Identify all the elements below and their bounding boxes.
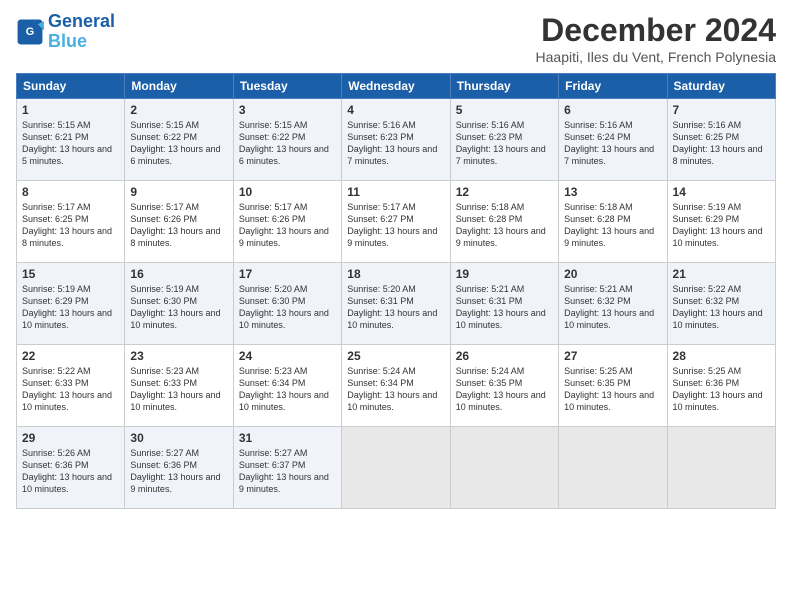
table-row: 29 Sunrise: 5:26 AMSunset: 6:36 PMDaylig… xyxy=(17,427,125,509)
calendar-week: 15 Sunrise: 5:19 AMSunset: 6:29 PMDaylig… xyxy=(17,263,776,345)
header-monday: Monday xyxy=(125,74,233,99)
table-row: 9 Sunrise: 5:17 AMSunset: 6:26 PMDayligh… xyxy=(125,181,233,263)
table-row: 27 Sunrise: 5:25 AMSunset: 6:35 PMDaylig… xyxy=(559,345,667,427)
table-row: 11 Sunrise: 5:17 AMSunset: 6:27 PMDaylig… xyxy=(342,181,450,263)
table-row: 17 Sunrise: 5:20 AMSunset: 6:30 PMDaylig… xyxy=(233,263,341,345)
header-wednesday: Wednesday xyxy=(342,74,450,99)
table-row: 13 Sunrise: 5:18 AMSunset: 6:28 PMDaylig… xyxy=(559,181,667,263)
calendar-header-row: Sunday Monday Tuesday Wednesday Thursday… xyxy=(17,74,776,99)
table-row: 19 Sunrise: 5:21 AMSunset: 6:31 PMDaylig… xyxy=(450,263,558,345)
header-friday: Friday xyxy=(559,74,667,99)
empty-cell xyxy=(342,427,450,509)
empty-cell xyxy=(559,427,667,509)
location: Haapiti, Iles du Vent, French Polynesia xyxy=(536,49,776,65)
table-row: 3 Sunrise: 5:15 AMSunset: 6:22 PMDayligh… xyxy=(233,99,341,181)
table-row: 26 Sunrise: 5:24 AMSunset: 6:35 PMDaylig… xyxy=(450,345,558,427)
table-row: 4 Sunrise: 5:16 AMSunset: 6:23 PMDayligh… xyxy=(342,99,450,181)
logo-icon: G xyxy=(16,18,44,46)
header-tuesday: Tuesday xyxy=(233,74,341,99)
calendar-week: 8 Sunrise: 5:17 AMSunset: 6:25 PMDayligh… xyxy=(17,181,776,263)
calendar-week: 29 Sunrise: 5:26 AMSunset: 6:36 PMDaylig… xyxy=(17,427,776,509)
header-sunday: Sunday xyxy=(17,74,125,99)
table-row: 2 Sunrise: 5:15 AMSunset: 6:22 PMDayligh… xyxy=(125,99,233,181)
table-row: 28 Sunrise: 5:25 AMSunset: 6:36 PMDaylig… xyxy=(667,345,775,427)
table-row: 24 Sunrise: 5:23 AMSunset: 6:34 PMDaylig… xyxy=(233,345,341,427)
table-row: 22 Sunrise: 5:22 AMSunset: 6:33 PMDaylig… xyxy=(17,345,125,427)
table-row: 14 Sunrise: 5:19 AMSunset: 6:29 PMDaylig… xyxy=(667,181,775,263)
logo-general: General xyxy=(48,11,115,31)
empty-cell xyxy=(667,427,775,509)
header-saturday: Saturday xyxy=(667,74,775,99)
empty-cell xyxy=(450,427,558,509)
header-thursday: Thursday xyxy=(450,74,558,99)
table-row: 5 Sunrise: 5:16 AMSunset: 6:23 PMDayligh… xyxy=(450,99,558,181)
month-title: December 2024 xyxy=(536,12,776,49)
table-row: 15 Sunrise: 5:19 AMSunset: 6:29 PMDaylig… xyxy=(17,263,125,345)
table-row: 30 Sunrise: 5:27 AMSunset: 6:36 PMDaylig… xyxy=(125,427,233,509)
table-row: 31 Sunrise: 5:27 AMSunset: 6:37 PMDaylig… xyxy=(233,427,341,509)
table-row: 10 Sunrise: 5:17 AMSunset: 6:26 PMDaylig… xyxy=(233,181,341,263)
title-section: December 2024 Haapiti, Iles du Vent, Fre… xyxy=(536,12,776,65)
calendar-week: 22 Sunrise: 5:22 AMSunset: 6:33 PMDaylig… xyxy=(17,345,776,427)
calendar-table: Sunday Monday Tuesday Wednesday Thursday… xyxy=(16,73,776,509)
table-row: 1 Sunrise: 5:15 AMSunset: 6:21 PMDayligh… xyxy=(17,99,125,181)
logo-blue: Blue xyxy=(48,31,87,51)
logo-text: General Blue xyxy=(48,12,115,52)
table-row: 8 Sunrise: 5:17 AMSunset: 6:25 PMDayligh… xyxy=(17,181,125,263)
table-row: 21 Sunrise: 5:22 AMSunset: 6:32 PMDaylig… xyxy=(667,263,775,345)
table-row: 23 Sunrise: 5:23 AMSunset: 6:33 PMDaylig… xyxy=(125,345,233,427)
table-row: 25 Sunrise: 5:24 AMSunset: 6:34 PMDaylig… xyxy=(342,345,450,427)
logo: G General Blue xyxy=(16,12,115,52)
calendar-week: 1 Sunrise: 5:15 AMSunset: 6:21 PMDayligh… xyxy=(17,99,776,181)
header: G General Blue December 2024 Haapiti, Il… xyxy=(16,12,776,65)
table-row: 6 Sunrise: 5:16 AMSunset: 6:24 PMDayligh… xyxy=(559,99,667,181)
table-row: 16 Sunrise: 5:19 AMSunset: 6:30 PMDaylig… xyxy=(125,263,233,345)
table-row: 20 Sunrise: 5:21 AMSunset: 6:32 PMDaylig… xyxy=(559,263,667,345)
table-row: 7 Sunrise: 5:16 AMSunset: 6:25 PMDayligh… xyxy=(667,99,775,181)
table-row: 12 Sunrise: 5:18 AMSunset: 6:28 PMDaylig… xyxy=(450,181,558,263)
table-row: 18 Sunrise: 5:20 AMSunset: 6:31 PMDaylig… xyxy=(342,263,450,345)
calendar-page: G General Blue December 2024 Haapiti, Il… xyxy=(0,0,792,612)
svg-text:G: G xyxy=(26,26,34,38)
